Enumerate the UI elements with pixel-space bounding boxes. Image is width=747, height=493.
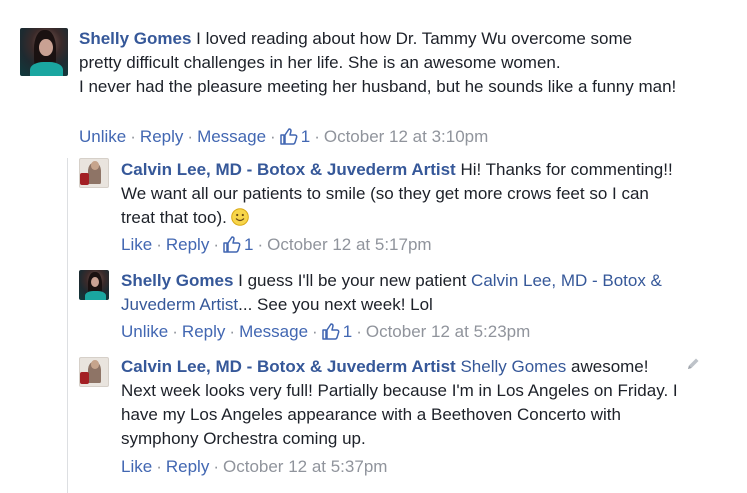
mention-link[interactable]: Shelly Gomes	[460, 357, 566, 376]
like-count[interactable]: 1	[279, 127, 310, 146]
reply-button[interactable]: Reply	[182, 322, 225, 341]
avatar[interactable]	[20, 28, 68, 76]
unlike-button[interactable]: Unlike	[79, 127, 126, 146]
comment-body: Calvin Lee, MD - Botox & Juvederm Artist…	[121, 355, 681, 451]
thumbs-up-icon	[279, 128, 298, 145]
avatar[interactable]	[79, 158, 109, 188]
author-name[interactable]: Calvin Lee, MD - Botox & Juvederm Artist	[121, 357, 456, 376]
timestamp[interactable]: October 12 at 5:37pm	[223, 457, 387, 476]
comment-text: I never had the pleasure meeting her hus…	[79, 77, 677, 96]
author-name[interactable]: Shelly Gomes	[121, 271, 233, 290]
author-name[interactable]: Calvin Lee, MD - Botox & Juvederm Artist	[121, 160, 456, 179]
like-button[interactable]: Like	[121, 457, 152, 476]
message-button[interactable]: Message	[197, 127, 266, 146]
like-count[interactable]: 1	[321, 322, 352, 341]
like-button[interactable]: Like	[121, 235, 152, 254]
comment-actions: Unlike · Reply · Message · 1 · October 12 at 3:1…	[79, 127, 489, 146]
comment-actions: Like · Reply · October 12 at 5:37pm	[121, 457, 388, 476]
author-name[interactable]: Shelly Gomes	[79, 29, 191, 48]
thumbs-up-icon	[223, 236, 241, 253]
comment-body: Shelly Gomes I guess I'll be your new pa…	[121, 269, 691, 317]
timestamp[interactable]: October 12 at 5:23pm	[366, 322, 530, 341]
timestamp[interactable]: October 12 at 5:17pm	[267, 235, 431, 254]
message-button[interactable]: Message	[239, 322, 308, 341]
like-count[interactable]: 1	[223, 235, 253, 254]
avatar[interactable]	[79, 270, 109, 300]
reply-button[interactable]: Reply	[166, 235, 209, 254]
avatar[interactable]	[79, 357, 109, 387]
reply-thread-line	[67, 158, 68, 493]
reply-button[interactable]: Reply	[166, 457, 209, 476]
reply-button[interactable]: Reply	[140, 127, 183, 146]
comment-body: Calvin Lee, MD - Botox & Juvederm Artist…	[121, 158, 681, 230]
thumbs-up-icon	[321, 323, 340, 340]
comment-body: Shelly Gomes I loved reading about how D…	[79, 27, 679, 99]
comment-text: I guess I'll be your new patient	[233, 271, 472, 290]
pencil-icon[interactable]	[686, 357, 700, 371]
timestamp[interactable]: October 12 at 3:10pm	[324, 127, 488, 146]
comment-text: ... See you next week! Lol	[238, 295, 433, 314]
unlike-button[interactable]: Unlike	[121, 322, 168, 341]
comment-actions: Unlike · Reply · Message · 1 · October 12 at 5:2…	[121, 322, 531, 341]
comment-actions: Like · Reply · 1 · October 12 at 5:17pm	[121, 235, 432, 254]
smiley-icon	[231, 208, 249, 226]
